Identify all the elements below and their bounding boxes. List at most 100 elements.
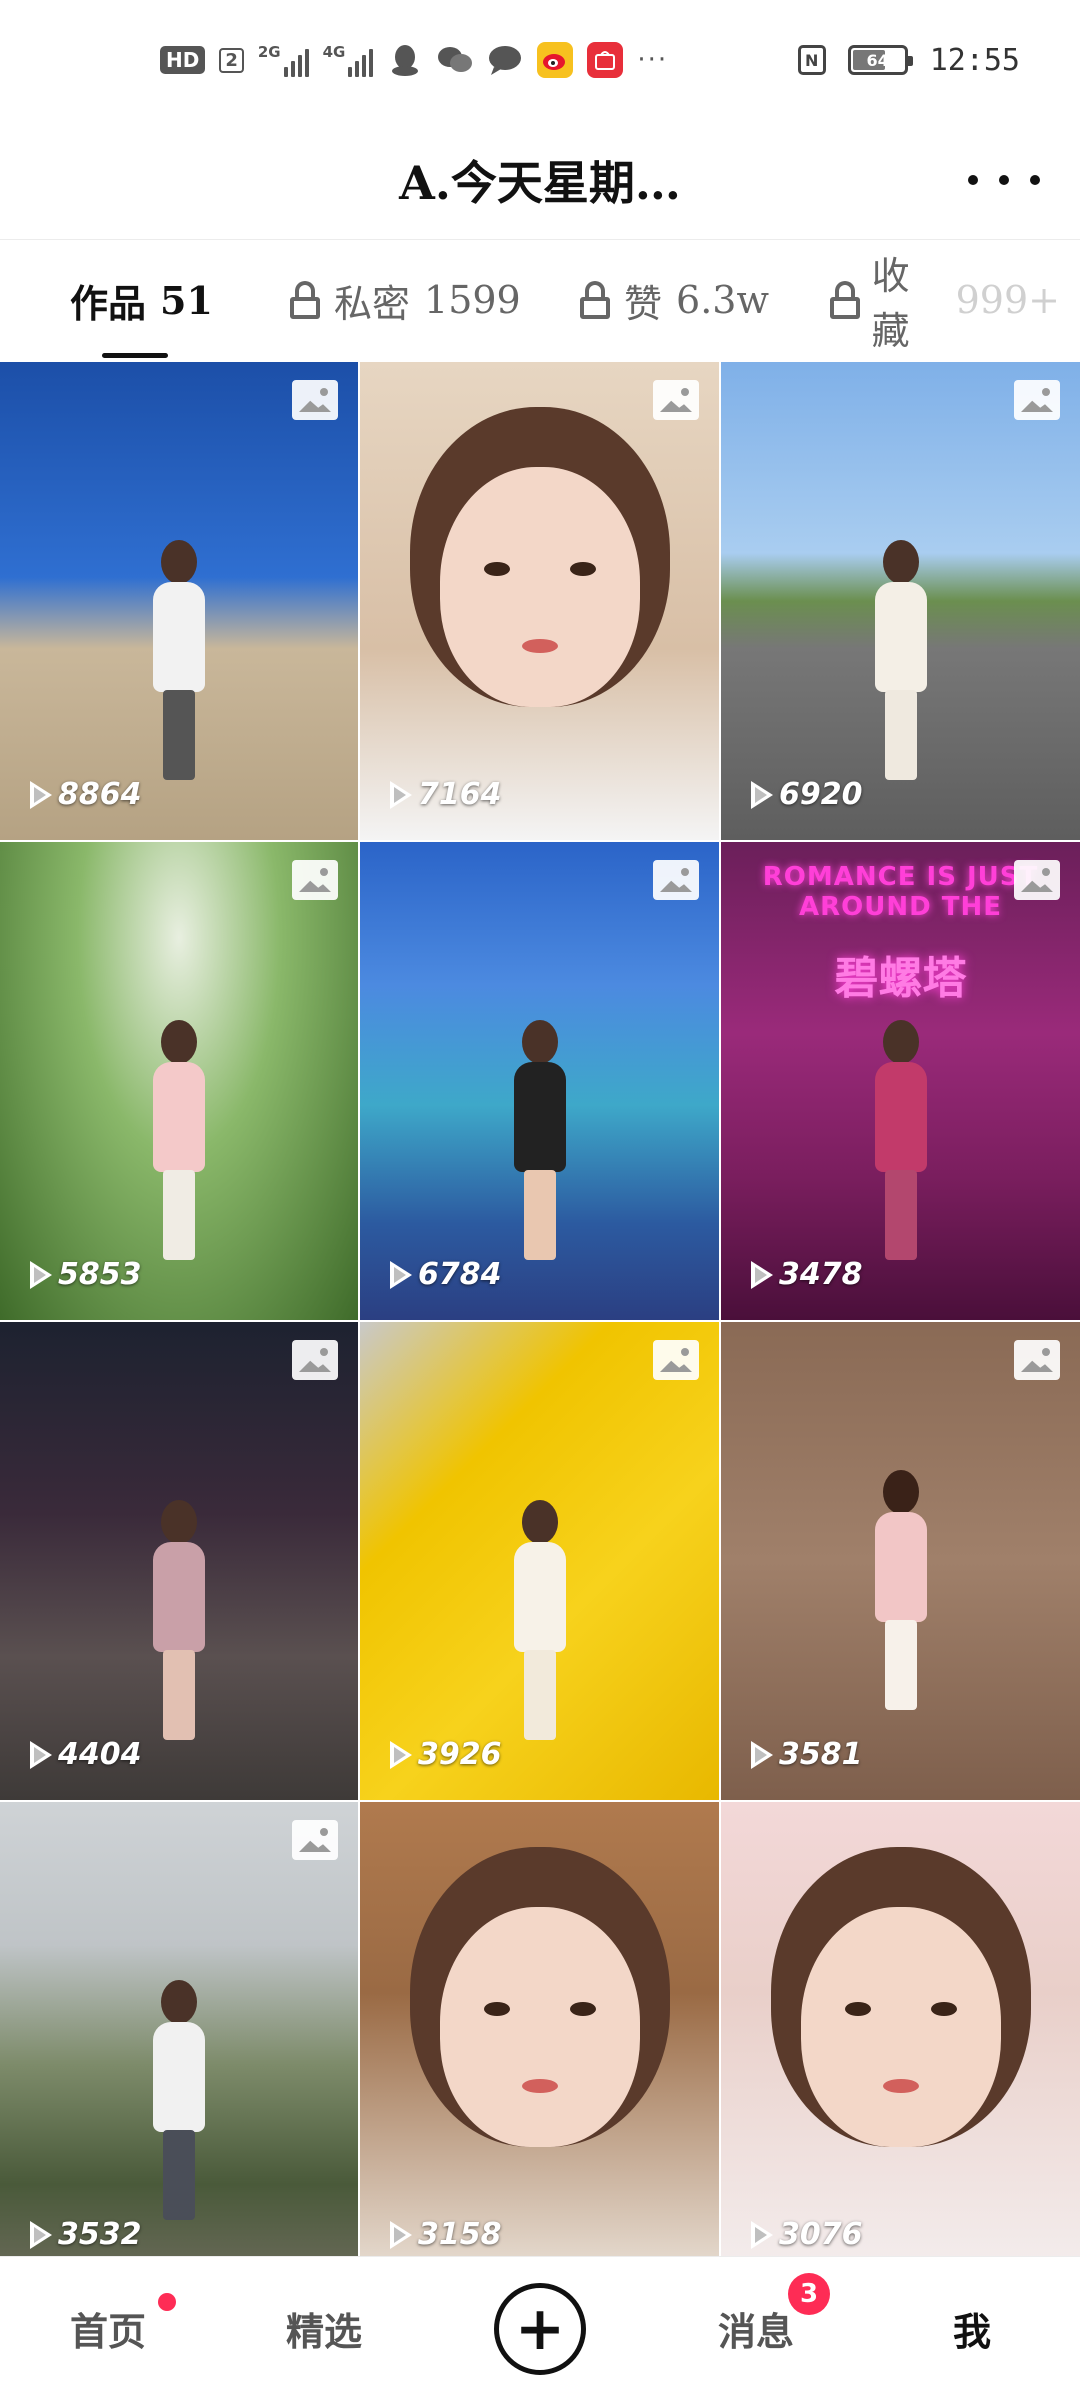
video-thumbnail[interactable]: 3158 (360, 1802, 719, 2280)
play-count: 3478 (751, 1257, 863, 1292)
nav-add[interactable]: + (432, 2257, 648, 2400)
nfc-icon: N (797, 45, 826, 75)
more-dot-icon (999, 175, 1009, 185)
video-thumbnail[interactable]: ROMANCE IS JUST AROUND THE 碧螺塔 3478 (721, 842, 1080, 1320)
signal-4g-icon: 4G (323, 43, 374, 77)
tab-works[interactable]: 作品 51 (70, 240, 290, 360)
more-notifications-icon: ··· (637, 45, 669, 75)
play-count: 7164 (390, 777, 502, 812)
person-figure (869, 540, 933, 780)
person-figure (147, 540, 211, 780)
video-grid: 8864 7164 6920 5853 6784 ROMANCE IS JUST… (0, 362, 1080, 2280)
hd-indicator: HD (160, 46, 206, 74)
play-count: 4404 (30, 1737, 142, 1772)
video-thumbnail[interactable]: 5853 (0, 842, 358, 1320)
nav-home-label: 首页 (69, 2309, 146, 2354)
page-title: A.今天星期… (399, 155, 681, 210)
photo-icon (1014, 860, 1060, 900)
play-icon (390, 1260, 412, 1289)
face-image (439, 1907, 640, 2148)
play-count: 3076 (751, 2217, 863, 2252)
lock-icon (290, 281, 320, 319)
weibo-icon (537, 42, 574, 78)
nav-featured-label: 精选 (285, 2309, 362, 2354)
nav-me[interactable]: 我 (864, 2257, 1080, 2400)
active-tab-indicator (102, 353, 168, 358)
video-thumbnail[interactable]: 8864 (0, 362, 358, 840)
qq-icon (387, 42, 423, 78)
video-thumbnail[interactable]: 3076 (721, 1802, 1080, 2280)
message-icon (487, 42, 523, 78)
person-figure (869, 1020, 933, 1260)
face-image (439, 467, 640, 708)
sim-indicator: 2 (219, 47, 244, 73)
clock: 12:55 (929, 42, 1020, 78)
nav-messages[interactable]: 消息 3 (648, 2257, 864, 2400)
play-icon (30, 1260, 52, 1289)
person-figure (508, 1020, 572, 1260)
person-figure (508, 1500, 572, 1740)
play-icon (390, 780, 412, 809)
lock-icon (830, 281, 860, 319)
tab-count: 999+ (955, 278, 1060, 322)
photo-icon (292, 380, 338, 420)
play-count: 3532 (30, 2217, 142, 2252)
neon-sign: 碧螺塔 (834, 953, 967, 1004)
play-icon (30, 780, 52, 809)
video-thumbnail[interactable]: 3532 (0, 1802, 358, 2280)
photo-icon (1014, 1340, 1060, 1380)
photo-icon (292, 1820, 338, 1860)
play-icon (390, 2220, 412, 2249)
bottom-navigation: 首页 精选 + 消息 3 我 (0, 2256, 1080, 2400)
video-thumbnail[interactable]: 3926 (360, 1322, 719, 1800)
play-count: 3581 (751, 1737, 863, 1772)
photo-icon (653, 860, 699, 900)
signal-2g-icon: 2G (258, 43, 309, 77)
profile-tabs: 作品 51 私密 1599 赞 6.3w 收藏 999+ (0, 240, 1080, 360)
video-thumbnail[interactable]: 6784 (360, 842, 719, 1320)
tab-label: 作品 (70, 280, 147, 326)
person-figure (147, 1500, 211, 1740)
wechat-icon (437, 42, 473, 78)
more-options-button[interactable] (968, 162, 1040, 198)
tab-label: 私密 (334, 281, 411, 326)
play-count: 8864 (30, 777, 142, 812)
tab-count: 1599 (424, 278, 521, 322)
photo-icon (1014, 380, 1060, 420)
face-image (800, 1907, 1001, 2148)
tab-private[interactable]: 私密 1599 (290, 240, 580, 360)
huawei-icon (587, 42, 624, 78)
play-count: 5853 (30, 1257, 142, 1292)
photo-icon (653, 380, 699, 420)
play-count: 3158 (390, 2217, 502, 2252)
video-thumbnail[interactable]: 7164 (360, 362, 719, 840)
nav-featured[interactable]: 精选 (216, 2257, 432, 2400)
profile-header: A.今天星期… (0, 120, 1080, 240)
tab-likes[interactable]: 赞 6.3w (580, 240, 830, 360)
video-thumbnail[interactable]: 4404 (0, 1322, 358, 1800)
video-thumbnail[interactable]: 6920 (721, 362, 1080, 840)
play-icon (30, 1740, 52, 1769)
play-icon (751, 1260, 773, 1289)
lock-icon (580, 281, 610, 319)
nav-me-label: 我 (952, 2309, 991, 2354)
play-icon (751, 780, 773, 809)
play-count: 6784 (390, 1257, 502, 1292)
more-dot-icon (1030, 175, 1040, 185)
tab-count: 51 (160, 277, 213, 323)
play-icon (751, 1740, 773, 1769)
play-icon (30, 2220, 52, 2249)
person-figure (869, 1470, 933, 1710)
video-thumbnail[interactable]: 3581 (721, 1322, 1080, 1800)
play-icon (751, 2220, 773, 2249)
person-figure (147, 1020, 211, 1260)
play-icon (390, 1740, 412, 1769)
play-count: 3926 (390, 1737, 502, 1772)
photo-icon (292, 1340, 338, 1380)
tab-favorites[interactable]: 收藏 999+ (830, 240, 1060, 360)
tab-count: 6.3w (676, 278, 769, 322)
status-bar: HD 2 2G 4G ··· N 64 12:55 (0, 0, 1080, 120)
more-dot-icon (968, 175, 978, 185)
nav-home[interactable]: 首页 (0, 2257, 216, 2400)
messages-badge: 3 (788, 2272, 830, 2315)
